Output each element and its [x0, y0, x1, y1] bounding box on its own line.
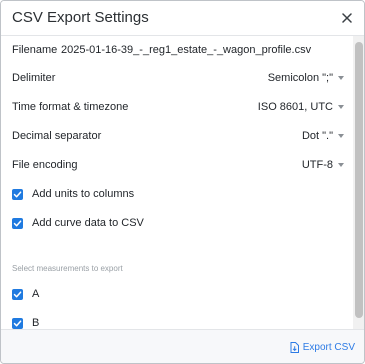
measurements-section-label: Select measurements to export	[12, 264, 123, 273]
time-format-select[interactable]: ISO 8601, UTC	[258, 101, 344, 113]
dialog-header: CSV Export Settings	[1, 1, 364, 36]
add-curve-data-checkbox-row[interactable]: Add curve data to CSV	[12, 217, 144, 229]
checkmark-icon	[13, 319, 22, 326]
time-format-value: ISO 8601, UTC	[257, 101, 333, 113]
export-csv-button[interactable]: Export CSV	[290, 342, 355, 353]
dialog-body: Filename 2025-01-16-39_-_reg1_estate_-_w…	[1, 36, 353, 329]
add-units-label: Add units to columns	[32, 188, 135, 200]
add-units-checkbox[interactable]	[12, 188, 23, 200]
measurement-b-label: B	[32, 317, 40, 329]
file-encoding-value: UTF-8	[301, 159, 333, 171]
add-units-checkbox-row[interactable]: Add units to columns	[12, 188, 134, 200]
file-encoding-select[interactable]: UTF-8	[302, 159, 344, 171]
csv-export-dialog: CSV Export Settings Filename 2025-01-16-…	[0, 0, 365, 364]
chevron-down-icon	[338, 163, 344, 167]
file-encoding-label: File encoding	[12, 159, 78, 171]
dialog-title: CSV Export Settings	[12, 9, 149, 26]
chevron-down-icon	[338, 105, 344, 109]
decimal-separator-label: Decimal separator	[12, 130, 102, 142]
chevron-down-icon	[338, 134, 344, 138]
filename-label: Filename	[12, 44, 58, 56]
measurement-b-row[interactable]: B	[12, 317, 39, 329]
dialog-footer: Export CSV	[1, 329, 364, 363]
measurement-a-checkbox[interactable]	[12, 288, 23, 300]
measurement-b-checkbox[interactable]	[12, 317, 23, 329]
add-curve-data-checkbox[interactable]	[12, 217, 23, 229]
measurement-a-row[interactable]: A	[12, 288, 39, 300]
download-file-icon	[290, 342, 299, 353]
decimal-separator-select[interactable]: Dot "."	[302, 130, 344, 142]
checkmark-icon	[13, 290, 22, 297]
add-curve-data-label: Add curve data to CSV	[32, 217, 144, 229]
measurement-a-label: A	[32, 288, 40, 300]
delimiter-select[interactable]: Semicolon ";"	[268, 72, 344, 84]
scrollbar-thumb[interactable]	[355, 42, 363, 318]
checkmark-icon	[13, 219, 22, 226]
filename-value: 2025-01-16-39_-_reg1_estate_-_wagon_prof…	[61, 44, 312, 56]
delimiter-value: Semicolon ";"	[267, 72, 333, 84]
checkmark-icon	[13, 190, 22, 197]
close-icon	[342, 13, 352, 23]
close-button[interactable]	[336, 7, 358, 29]
time-format-label: Time format & timezone	[12, 101, 129, 113]
chevron-down-icon	[338, 76, 344, 80]
export-csv-label: Export CSV	[302, 342, 355, 353]
decimal-separator-value: Dot "."	[301, 130, 333, 142]
delimiter-label: Delimiter	[12, 72, 56, 84]
dialog-scrollbar[interactable]	[353, 36, 364, 329]
